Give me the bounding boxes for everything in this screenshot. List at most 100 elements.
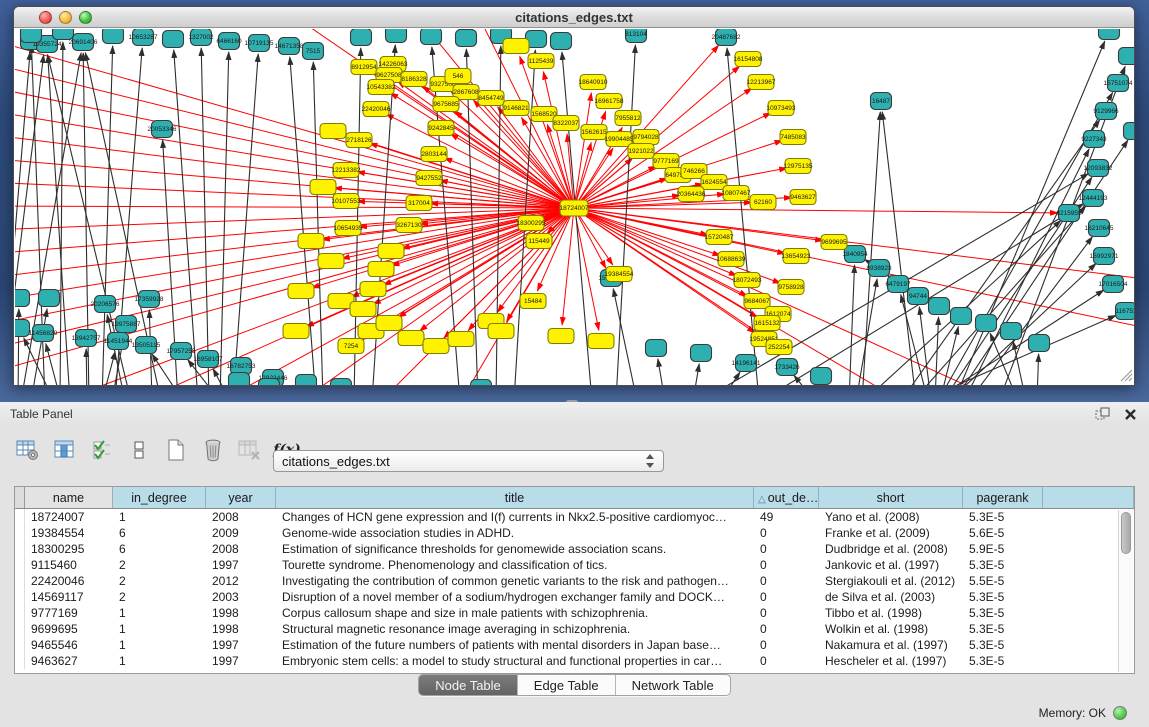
graph-edge[interactable]	[613, 289, 637, 386]
graph-node[interactable]	[1001, 323, 1022, 340]
table-row[interactable]: 1938455462009Genome-wide association stu…	[15, 525, 1134, 541]
graph-edge[interactable]	[15, 131, 574, 208]
delete-column-icon[interactable]	[199, 436, 227, 464]
graph-node[interactable]	[1029, 335, 1050, 352]
cell-title[interactable]: Embryonic stem cells: a model to study s…	[276, 653, 754, 669]
cell-year[interactable]: 1997	[206, 637, 276, 653]
cell-outde[interactable]: 0	[754, 589, 819, 605]
column-header-short[interactable]: short	[819, 487, 963, 508]
cell-pagerank[interactable]: 5.3E-5	[963, 589, 1043, 605]
column-header-outde[interactable]: △out_de…	[754, 487, 819, 508]
cell-name[interactable]: 9465546	[25, 637, 113, 653]
cell-year[interactable]: 1997	[206, 557, 276, 573]
tab-edge-table[interactable]: Edge Table	[518, 675, 616, 695]
cell-pagerank[interactable]: 5.3E-5	[963, 509, 1043, 525]
graph-node[interactable]	[15, 320, 30, 337]
tab-network-table[interactable]: Network Table	[616, 675, 730, 695]
cell-indegree[interactable]: 1	[113, 621, 206, 637]
graph-node[interactable]	[951, 308, 972, 325]
cell-name[interactable]: 19384554	[25, 525, 113, 541]
cell-year[interactable]: 2008	[206, 509, 276, 525]
cell-pagerank[interactable]: 5.3E-5	[963, 557, 1043, 573]
cell-name[interactable]: 9463627	[25, 653, 113, 669]
graph-node[interactable]	[21, 29, 42, 43]
cell-title[interactable]: Tourette syndrome. Phenomenology and cla…	[276, 557, 754, 573]
network-window-titlebar[interactable]: citations_edges.txt	[14, 7, 1134, 28]
cell-outde[interactable]: 0	[754, 653, 819, 669]
table-row[interactable]: 946554611997Estimation of the future num…	[15, 637, 1134, 653]
cell-indegree[interactable]: 1	[113, 509, 206, 525]
cell-short[interactable]: de Silva et al. (2003)	[819, 589, 963, 605]
graph-edge[interactable]	[574, 208, 721, 256]
graph-node[interactable]	[15, 290, 30, 307]
graph-node[interactable]	[310, 180, 336, 195]
table-scrollbar[interactable]	[1118, 510, 1133, 672]
cell-year[interactable]: 2009	[206, 525, 276, 541]
graph-node[interactable]	[448, 332, 474, 347]
graph-node[interactable]	[288, 284, 314, 299]
cell-outde[interactable]: 0	[754, 621, 819, 637]
graph-edge[interactable]	[86, 349, 87, 386]
table-row[interactable]: 1456911722003Disruption of a novel membe…	[15, 589, 1134, 605]
cell-title[interactable]: Investigating the contribution of common…	[276, 573, 754, 589]
graph-node[interactable]	[320, 124, 346, 139]
graph-node[interactable]	[259, 379, 280, 387]
graph-node[interactable]	[53, 29, 74, 40]
table-selector-dropdown[interactable]: citations_edges.txt	[273, 450, 664, 472]
column-header-name[interactable]: name	[25, 487, 113, 508]
cell-indegree[interactable]: 6	[113, 541, 206, 557]
graph-node[interactable]	[1119, 48, 1136, 65]
graph-edge[interactable]	[46, 344, 61, 386]
graph-edge[interactable]	[882, 112, 916, 386]
show-columns-icon[interactable]	[51, 436, 79, 464]
column-header-year[interactable]: year	[206, 487, 276, 508]
graph-node[interactable]	[503, 39, 529, 54]
graph-node[interactable]	[1124, 123, 1136, 140]
cell-pagerank[interactable]: 5.3E-5	[963, 605, 1043, 621]
cell-short[interactable]: Franke et al. (2009)	[819, 525, 963, 541]
graph-node[interactable]	[331, 379, 352, 387]
cell-name[interactable]: 14569117	[25, 589, 113, 605]
memory-status-indicator[interactable]	[1113, 706, 1127, 720]
graph-edge[interactable]	[201, 48, 209, 386]
graph-edge[interactable]	[849, 265, 855, 386]
close-panel-icon[interactable]	[1121, 405, 1139, 423]
graph-node[interactable]	[368, 262, 394, 277]
cell-name[interactable]: 9699695	[25, 621, 113, 637]
column-header-title[interactable]: title	[276, 487, 754, 508]
column-visibility-icon[interactable]	[88, 436, 116, 464]
graph-edge[interactable]	[174, 50, 198, 386]
cell-pagerank[interactable]: 5.3E-5	[963, 653, 1043, 669]
cell-indegree[interactable]: 2	[113, 589, 206, 605]
graph-edge[interactable]	[15, 206, 574, 208]
row-height-icon[interactable]	[125, 436, 153, 464]
cell-title[interactable]: Structural magnetic resonance image aver…	[276, 621, 754, 637]
cell-name[interactable]: 22420046	[25, 573, 113, 589]
cell-outde[interactable]: 0	[754, 573, 819, 589]
table-row[interactable]: 1830029562008Estimation of significance …	[15, 541, 1134, 557]
graph-node[interactable]	[103, 29, 124, 44]
graph-node[interactable]	[318, 254, 344, 269]
cell-indegree[interactable]: 6	[113, 525, 206, 541]
cell-short[interactable]: Nakamura et al. (1997)	[819, 637, 963, 653]
graph-node[interactable]	[488, 324, 514, 339]
cell-pagerank[interactable]: 5.5E-5	[963, 573, 1043, 589]
graph-edge[interactable]	[913, 206, 1086, 386]
network-canvas-svg[interactable]: 1935572420691406106532871327002646616010…	[15, 29, 1135, 386]
graph-node[interactable]	[423, 339, 449, 354]
cell-short[interactable]: Stergiakouli et al. (2012)	[819, 573, 963, 589]
cell-indegree[interactable]: 2	[113, 557, 206, 573]
graph-node[interactable]	[386, 29, 407, 43]
graph-node[interactable]	[548, 329, 574, 344]
cell-short[interactable]: Dudbridge et al. (2008)	[819, 541, 963, 557]
cell-pagerank[interactable]: 5.6E-5	[963, 525, 1043, 541]
cell-year[interactable]: 1998	[206, 605, 276, 621]
table-row[interactable]: 1872400712008Changes of HCN gene express…	[15, 509, 1134, 525]
graph-node[interactable]	[551, 33, 572, 50]
graph-edge[interactable]	[313, 62, 323, 386]
cell-outde[interactable]: 49	[754, 509, 819, 525]
graph-edge[interactable]	[31, 309, 47, 386]
cell-year[interactable]: 2008	[206, 541, 276, 557]
graph-node[interactable]	[1099, 29, 1120, 40]
graph-node[interactable]	[691, 345, 712, 362]
